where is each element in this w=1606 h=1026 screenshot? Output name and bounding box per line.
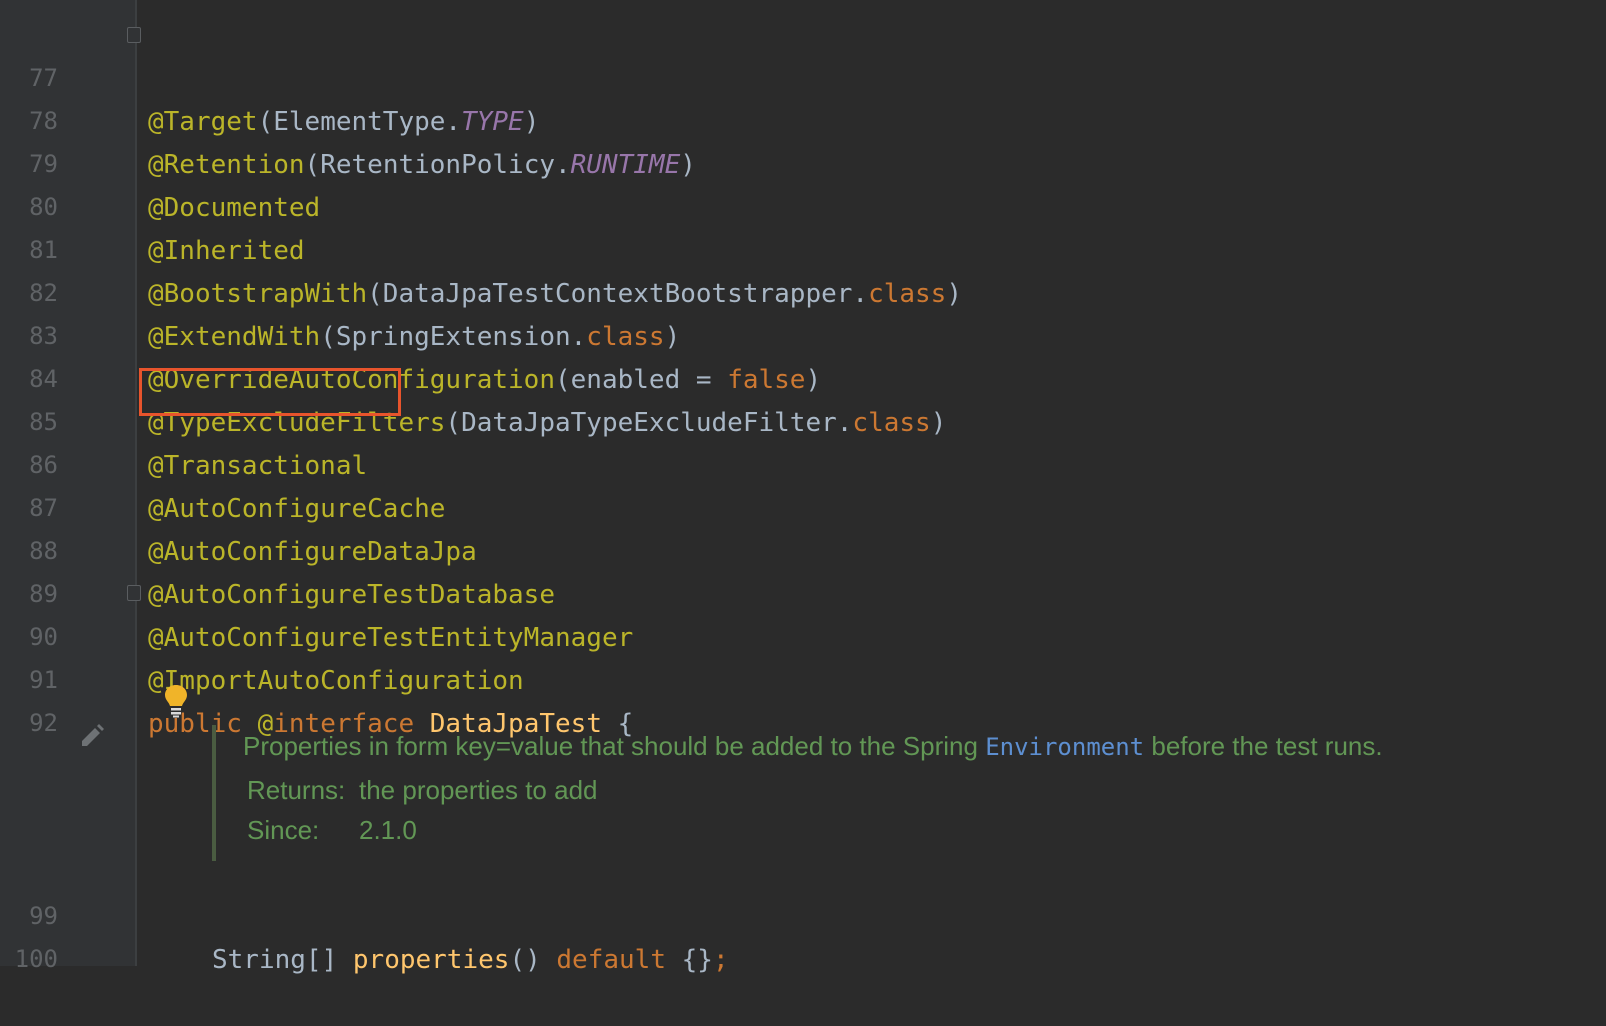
code-line[interactable]: 78 @Retention(RetentionPolicy.RUNTIME) <box>0 55 1606 180</box>
code-line[interactable]: 89 @AutoConfigureTestEntityManager <box>0 528 1606 653</box>
pencil-icon[interactable] <box>78 722 106 750</box>
code-line[interactable]: 90 @ImportAutoConfiguration <box>0 571 1606 696</box>
code-line[interactable]: 88 @AutoConfigureTestDatabase <box>0 485 1606 610</box>
code-line[interactable]: 91 public @interface DataJpaTest { <box>0 614 1606 739</box>
doc-since: Since: 2.1.0 <box>247 815 417 845</box>
code-text[interactable]: String[] properties() default {}; <box>212 938 729 982</box>
rendered-doc-comment: Properties in form key=value that should… <box>212 725 1596 861</box>
code-line[interactable]: 80 @Inherited <box>0 141 1606 266</box>
environment-link[interactable]: Environment <box>985 733 1144 761</box>
fold-marker-icon[interactable] <box>127 27 141 43</box>
code-line[interactable]: 83 @OverrideAutoConfiguration(enabled = … <box>0 270 1606 395</box>
line-number: 92 <box>29 709 58 737</box>
code-line[interactable]: 92 <box>0 657 1606 737</box>
fold-marker-icon[interactable] <box>127 585 141 601</box>
code-line[interactable]: 79 @Documented <box>0 98 1606 223</box>
code-line[interactable]: 81 @BootstrapWith(DataJpaTestContextBoot… <box>0 184 1606 309</box>
code-line[interactable]: 82 @ExtendWith(SpringExtension.class) <box>0 227 1606 352</box>
code-editor[interactable]: 77 @Target(ElementType.TYPE) 78 @Retenti… <box>0 0 1606 975</box>
line-number: 100 <box>14 945 58 973</box>
doc-description: Properties in form key=value that should… <box>243 731 1383 761</box>
code-line[interactable]: 84 @TypeExcludeFilters(DataJpaTypeExclud… <box>0 313 1606 438</box>
code-line[interactable]: 100 <box>0 893 1606 973</box>
highlight-box <box>139 368 401 416</box>
code-line[interactable]: 87 @AutoConfigureDataJpa <box>0 442 1606 567</box>
lightbulb-icon[interactable] <box>163 684 189 718</box>
code-line[interactable]: 77 @Target(ElementType.TYPE) <box>0 12 1606 137</box>
doc-returns: Returns: the properties to add <box>247 775 598 805</box>
